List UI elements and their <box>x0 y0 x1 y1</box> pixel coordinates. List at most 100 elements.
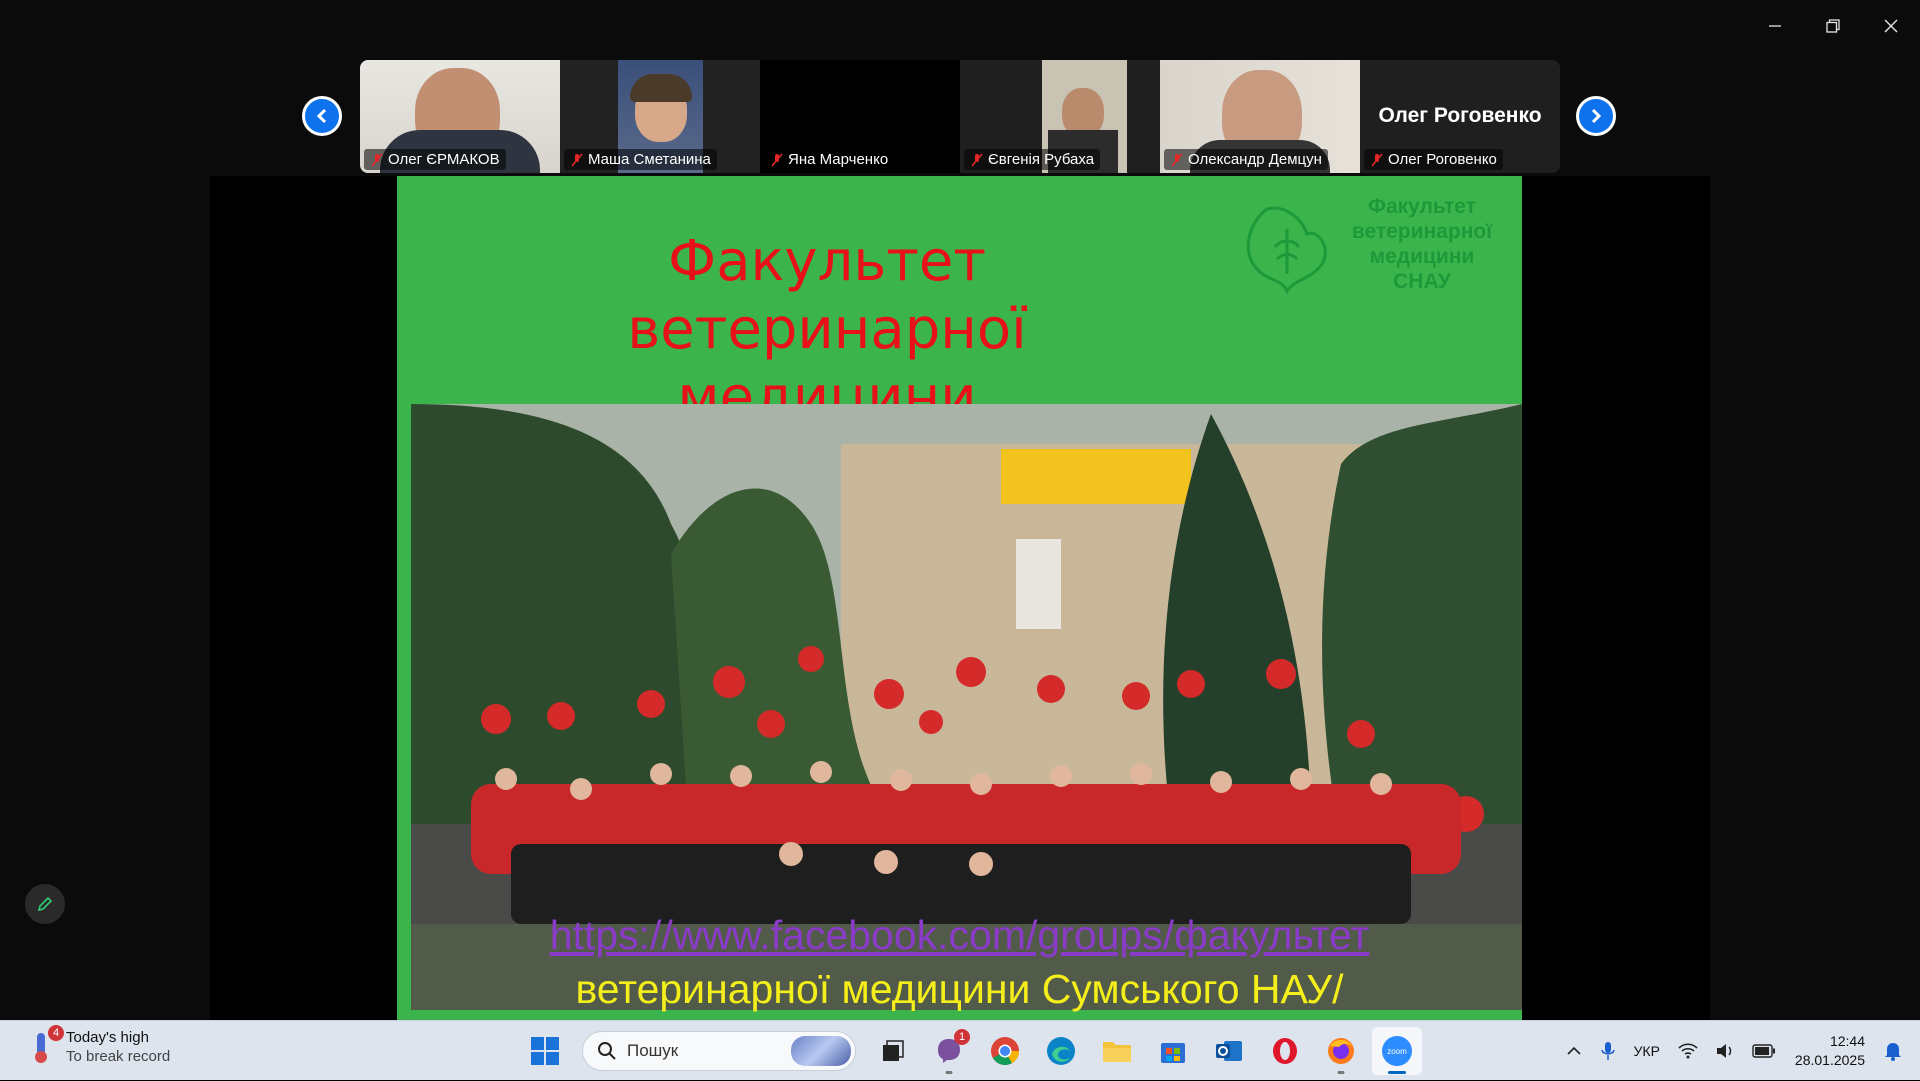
clock[interactable]: 12:44 28.01.2025 <box>1785 1021 1875 1081</box>
slide-title: Факультет ветеринарної медицини <box>507 228 1147 432</box>
mic-muted-icon <box>1371 152 1383 167</box>
participant-tile[interactable]: Олег ЄРМАКОВ <box>360 60 560 173</box>
battery-button[interactable] <box>1743 1021 1785 1081</box>
participant-name-label: Олександр Демцун <box>1164 149 1328 170</box>
close-button[interactable] <box>1862 10 1920 42</box>
participant-strip: Олег ЄРМАКОВ Маша Сметанина Яна Марченко <box>360 60 1560 173</box>
taskbar-viber[interactable]: 1 <box>924 1027 974 1075</box>
clock-date: 28.01.2025 <box>1794 1052 1865 1068</box>
facebook-link[interactable]: https://www.facebook.com/groups/факульте… <box>397 912 1522 959</box>
taskbar-apps: Пошук 1 zoom <box>520 1027 1422 1075</box>
clock-time: 12:44 <box>1829 1033 1865 1049</box>
notifications-button[interactable] <box>1875 1021 1920 1081</box>
participant-name-label: Яна Марченко <box>764 149 895 170</box>
bell-icon <box>1885 1043 1901 1061</box>
minimize-icon <box>1769 25 1781 27</box>
store-icon <box>1161 1043 1185 1063</box>
weather-title: Today's high <box>66 1029 149 1046</box>
running-indicator <box>1388 1071 1406 1074</box>
mic-muted-icon <box>571 152 583 167</box>
logo-text: Факультет ветеринарної медицини СНАУ <box>1337 194 1507 294</box>
thermometer-icon: 4 <box>26 1025 64 1065</box>
restore-button[interactable] <box>1804 10 1862 42</box>
annotate-button[interactable] <box>25 884 65 924</box>
taskbar-zoom[interactable]: zoom <box>1372 1027 1422 1075</box>
shared-slide: Факультет ветеринарної медицини Факульте… <box>397 176 1522 1020</box>
window-controls <box>1746 10 1920 42</box>
taskbar-search[interactable]: Пошук <box>582 1031 856 1071</box>
chevron-right-icon <box>1591 108 1602 124</box>
svg-text:zoom: zoom <box>1387 1047 1407 1056</box>
search-placeholder: Пошук <box>627 1041 679 1060</box>
network-button[interactable] <box>1669 1021 1707 1081</box>
firefox-icon <box>1328 1038 1354 1064</box>
task-view-icon <box>883 1040 904 1061</box>
edge-icon <box>1047 1037 1075 1065</box>
pencil-icon <box>37 896 53 912</box>
taskbar-firefox[interactable] <box>1316 1027 1366 1075</box>
zoom-icon: zoom <box>1382 1036 1412 1066</box>
minimize-button[interactable] <box>1746 10 1804 42</box>
search-icon <box>598 1042 616 1060</box>
show-hidden-icons-button[interactable] <box>1557 1021 1591 1081</box>
running-indicator <box>1337 1071 1345 1074</box>
taskbar-opera[interactable] <box>1260 1027 1310 1075</box>
participant-name-label: Олег ЄРМАКОВ <box>364 149 506 170</box>
slide-title-line1: Факультет ветеринарної <box>627 229 1027 362</box>
folder-icon <box>1103 1042 1131 1062</box>
participant-tile[interactable]: Олег Роговенко Олег Роговенко <box>1360 60 1560 173</box>
chevron-left-icon <box>316 108 327 124</box>
search-highlight-image <box>791 1036 851 1066</box>
participant-name-label: Олег Роговенко <box>1364 149 1503 170</box>
logo-line: Факультет <box>1368 195 1476 218</box>
system-tray: УКР 12:44 28.01.2025 <box>1557 1021 1920 1081</box>
chevron-up-icon <box>1566 1046 1581 1055</box>
participant-name-label: Євгенія Рубаха <box>964 149 1101 170</box>
language-indicator[interactable]: УКР <box>1625 1021 1669 1081</box>
weather-subtitle: To break record <box>66 1048 171 1065</box>
faculty-logo: Факультет ветеринарної медицини СНАУ <box>1237 194 1507 304</box>
battery-icon <box>1752 1044 1775 1058</box>
participant-tile[interactable]: Маша Сметанина <box>560 60 760 173</box>
volume-button[interactable] <box>1707 1021 1743 1081</box>
taskbar-edge[interactable] <box>1036 1027 1086 1075</box>
logo-line: ветеринарної <box>1351 220 1493 243</box>
next-page-button[interactable] <box>1576 96 1616 136</box>
microphone-button[interactable] <box>1591 1021 1625 1081</box>
mic-muted-icon <box>971 152 983 167</box>
participant-tile[interactable]: Яна Марченко <box>760 60 960 173</box>
chrome-icon <box>991 1037 1019 1065</box>
mic-muted-icon <box>371 152 383 167</box>
taskbar-chrome[interactable] <box>980 1027 1030 1075</box>
faculty-emblem-icon <box>1246 206 1327 295</box>
viber-badge: 1 <box>954 1029 970 1045</box>
slide-caption: ветеринарної медицини Сумського НАУ/ <box>575 966 1344 1012</box>
weather-widget[interactable]: 4 Today's high To break record <box>26 1025 171 1065</box>
logo-line: медицини <box>1369 245 1475 268</box>
mic-muted-icon <box>1171 152 1183 167</box>
taskbar-task-view[interactable] <box>868 1027 918 1075</box>
running-indicator <box>945 1071 953 1074</box>
weather-badge: 4 <box>48 1025 64 1041</box>
microphone-icon <box>1600 1042 1615 1060</box>
windows-taskbar: 4 Today's high To break record Пошук 1 z… <box>0 1020 1920 1080</box>
outlook-icon <box>1216 1041 1242 1061</box>
start-button[interactable] <box>520 1027 570 1075</box>
opera-icon <box>1273 1038 1297 1064</box>
zoom-window: Олег ЄРМАКОВ Маша Сметанина Яна Марченко <box>0 0 1920 1020</box>
close-icon <box>1884 19 1898 33</box>
participant-display-name: Олег Роговенко <box>1378 104 1542 127</box>
taskbar-outlook[interactable] <box>1204 1027 1254 1075</box>
previous-page-button[interactable] <box>302 96 342 136</box>
windows-logo-icon <box>531 1037 559 1065</box>
wifi-icon <box>1678 1043 1698 1059</box>
taskbar-store[interactable] <box>1148 1027 1198 1075</box>
taskbar-file-explorer[interactable] <box>1092 1027 1142 1075</box>
logo-line: СНАУ <box>1393 270 1451 293</box>
participant-name-label: Маша Сметанина <box>564 149 717 170</box>
participant-tile[interactable]: Олександр Демцун <box>1160 60 1360 173</box>
speaker-icon <box>1716 1044 1732 1058</box>
mic-muted-icon <box>771 152 783 167</box>
participant-tile[interactable]: Євгенія Рубаха <box>960 60 1160 173</box>
restore-icon <box>1826 19 1840 33</box>
